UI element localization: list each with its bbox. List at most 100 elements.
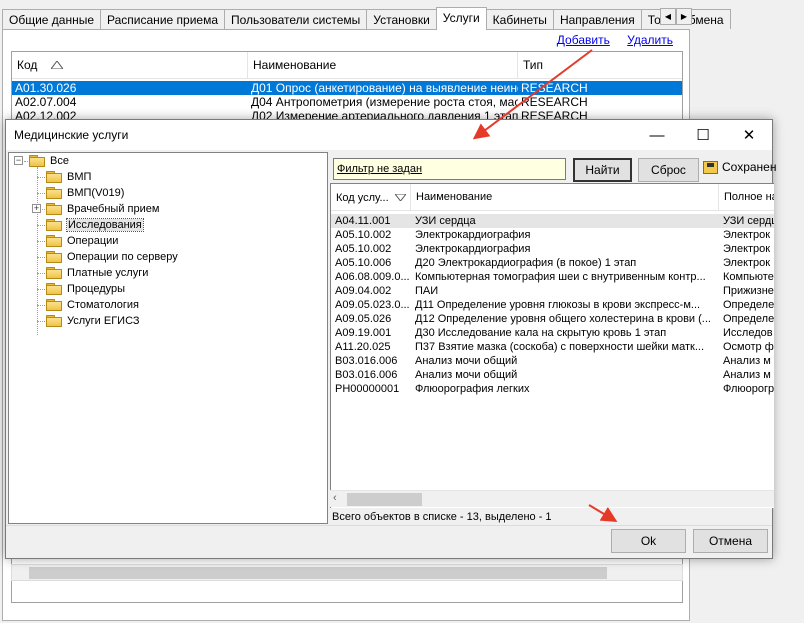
cell-type: RESEARCH: [521, 81, 588, 95]
scroll-left-icon[interactable]: ‹: [333, 492, 337, 504]
list-item[interactable]: A09.05.026 Д12 Определение уровня общего …: [331, 312, 774, 326]
folder-icon: [46, 315, 62, 327]
minimize-icon[interactable]: —: [634, 120, 680, 150]
cell-service-code: B03.016.006: [335, 355, 398, 367]
cell-service-name: Д20 Электрокардиография (в покое) 1 этап: [415, 257, 637, 269]
cell-full-name: Осмотр ф: [723, 341, 774, 353]
column-header-service-name[interactable]: Наименование: [411, 184, 719, 211]
tree-node-label: Процедуры: [67, 283, 126, 295]
column-header-full-name[interactable]: Полное на: [719, 184, 774, 211]
folder-icon: [46, 203, 62, 215]
list-item[interactable]: A11.20.025 П37 Взятие мазка (соскоба) с п…: [331, 340, 774, 354]
save-button-label: Сохранен: [722, 160, 777, 174]
tab-scroll-right-icon[interactable]: ▶: [676, 8, 692, 25]
tab-3[interactable]: Установки: [366, 9, 437, 29]
cell-service-code: A09.05.026: [335, 313, 392, 325]
cell-service-name: Д12 Определение уровня общего холестерин…: [415, 313, 711, 325]
ok-button[interactable]: Ok: [611, 529, 686, 553]
cell-service-code: A09.19.001: [335, 327, 392, 339]
column-header-type[interactable]: Тип: [518, 52, 682, 78]
tab-0[interactable]: Общие данные: [2, 9, 102, 29]
tree-node-label: ВМП(V019): [67, 187, 125, 199]
cell-service-code: PH00000001: [335, 383, 400, 395]
cell-service-name: УЗИ сердца: [415, 215, 476, 227]
sort-descending-icon: [394, 194, 406, 201]
collapse-icon[interactable]: −: [14, 156, 23, 165]
column-header-name[interactable]: Наименование: [248, 52, 518, 78]
list-item[interactable]: B03.016.006 Анализ мочи общий Анализ м: [331, 368, 774, 382]
save-button[interactable]: Сохранен: [703, 160, 776, 174]
services-list-horizontal-scrollbar[interactable]: ‹: [330, 490, 774, 507]
tree-node[interactable]: Исследования: [46, 217, 144, 233]
scrollbar-thumb[interactable]: [29, 567, 607, 579]
folder-icon: [46, 267, 62, 279]
tab-4[interactable]: Услуги: [435, 7, 487, 30]
cell-full-name: Электрок: [723, 229, 771, 241]
list-item[interactable]: A05.10.006 Д20 Электрокардиография (в пок…: [331, 256, 774, 270]
tree-node[interactable]: ВМП: [46, 169, 91, 185]
list-item[interactable]: A04.11.001 УЗИ сердца УЗИ сердц: [331, 214, 774, 228]
folder-icon: [46, 235, 62, 247]
list-item[interactable]: B03.016.006 Анализ мочи общий Анализ м: [331, 354, 774, 368]
column-header-code[interactable]: Код: [12, 52, 248, 78]
tab-scroll-left-icon[interactable]: ◀: [660, 8, 676, 25]
services-table-header: Код Наименование Тип: [12, 52, 682, 79]
list-item[interactable]: A09.05.023.0... Д11 Определение уровня гл…: [331, 298, 774, 312]
sort-ascending-icon: [51, 61, 64, 69]
list-item[interactable]: PH00000001 Флюорография легких Флюорогр: [331, 382, 774, 396]
table-row[interactable]: A01.30.026 Д01 Опрос (анкетирование) на в…: [12, 81, 682, 95]
cell-full-name: Флюорогр: [723, 383, 774, 395]
tab-5[interactable]: Кабинеты: [485, 9, 554, 29]
cell-service-code: A09.04.002: [335, 285, 392, 297]
close-icon[interactable]: ✕: [726, 120, 772, 150]
services-list-body: A04.11.001 УЗИ сердца УЗИ сердц A05.10.002 Э…: [331, 214, 774, 396]
expand-icon[interactable]: +: [32, 204, 41, 213]
cell-full-name: Электрок: [723, 243, 771, 255]
list-item[interactable]: A05.10.002 Электрокардиография Электрок: [331, 242, 774, 256]
tree-node[interactable]: ВМП(V019): [46, 185, 124, 201]
tree-node[interactable]: Процедуры: [46, 281, 125, 297]
cell-type: RESEARCH: [521, 95, 588, 109]
reset-button[interactable]: Сброс: [638, 158, 699, 182]
list-item[interactable]: A05.10.002 Электрокардиография Электрок: [331, 228, 774, 242]
tree-node[interactable]: Стоматология: [46, 297, 139, 313]
tab-2[interactable]: Пользователи системы: [224, 9, 368, 29]
folder-icon: [46, 171, 62, 183]
folder-icon: [46, 283, 62, 295]
tree-node-label: Операции: [67, 235, 119, 247]
column-header-service-code-label: Код услу...: [336, 191, 389, 204]
tab-bar: Общие данные Расписание приема Пользовател…: [2, 7, 731, 30]
list-item[interactable]: A09.04.002 ПАИ Прижизне: [331, 284, 774, 298]
filter-field[interactable]: Фильтр не задан: [333, 158, 566, 180]
find-button[interactable]: Найти: [573, 158, 632, 182]
list-item[interactable]: A06.08.009.0... Компьютерная томография ш…: [331, 270, 774, 284]
category-tree: − Все ВМП ВМП(V019) + Врачебный прием Исслед…: [8, 152, 328, 524]
tab-6[interactable]: Направления: [552, 9, 642, 29]
cancel-button[interactable]: Отмена: [693, 529, 768, 553]
folder-icon: [46, 251, 62, 263]
tree-node[interactable]: Платные услуги: [46, 265, 148, 281]
maximize-icon[interactable]: ☐: [680, 120, 726, 150]
tree-node-label: ВМП: [67, 171, 92, 183]
tree-node[interactable]: Операции: [46, 233, 118, 249]
list-item[interactable]: A09.19.001 Д30 Исследование кала на скрыт…: [331, 326, 774, 340]
scrollbar-thumb[interactable]: [347, 493, 422, 506]
column-header-service-code[interactable]: Код услу...: [331, 184, 411, 211]
tree-node[interactable]: Услуги ЕГИСЗ: [46, 313, 140, 329]
cell-service-code: A05.10.002: [335, 229, 392, 241]
tree-node[interactable]: Операции по серверу: [46, 249, 178, 265]
services-table-body: A01.30.026 Д01 Опрос (анкетирование) на в…: [12, 79, 682, 123]
delete-link[interactable]: Удалить: [627, 33, 673, 47]
services-list-header: Код услу... Наименование Полное на: [331, 184, 774, 211]
cell-name: Д04 Антропометрия (измерение роста стоя,…: [251, 95, 518, 109]
tree-node[interactable]: Врачебный прием: [46, 201, 159, 217]
cell-service-name: Д11 Определение уровня глюкозы в крови э…: [415, 299, 701, 311]
table-row[interactable]: A02.07.004 Д04 Антропометрия (измерение р…: [12, 95, 682, 109]
tab-1[interactable]: Расписание приема: [100, 9, 225, 29]
services-horizontal-scrollbar[interactable]: [11, 564, 683, 581]
cell-full-name: Исследов: [723, 327, 773, 339]
add-link[interactable]: Добавить: [557, 33, 610, 47]
cell-full-name: Электрок: [723, 257, 771, 269]
cell-service-code: A06.08.009.0...: [335, 271, 410, 283]
tree-node-root[interactable]: Все: [29, 153, 69, 169]
